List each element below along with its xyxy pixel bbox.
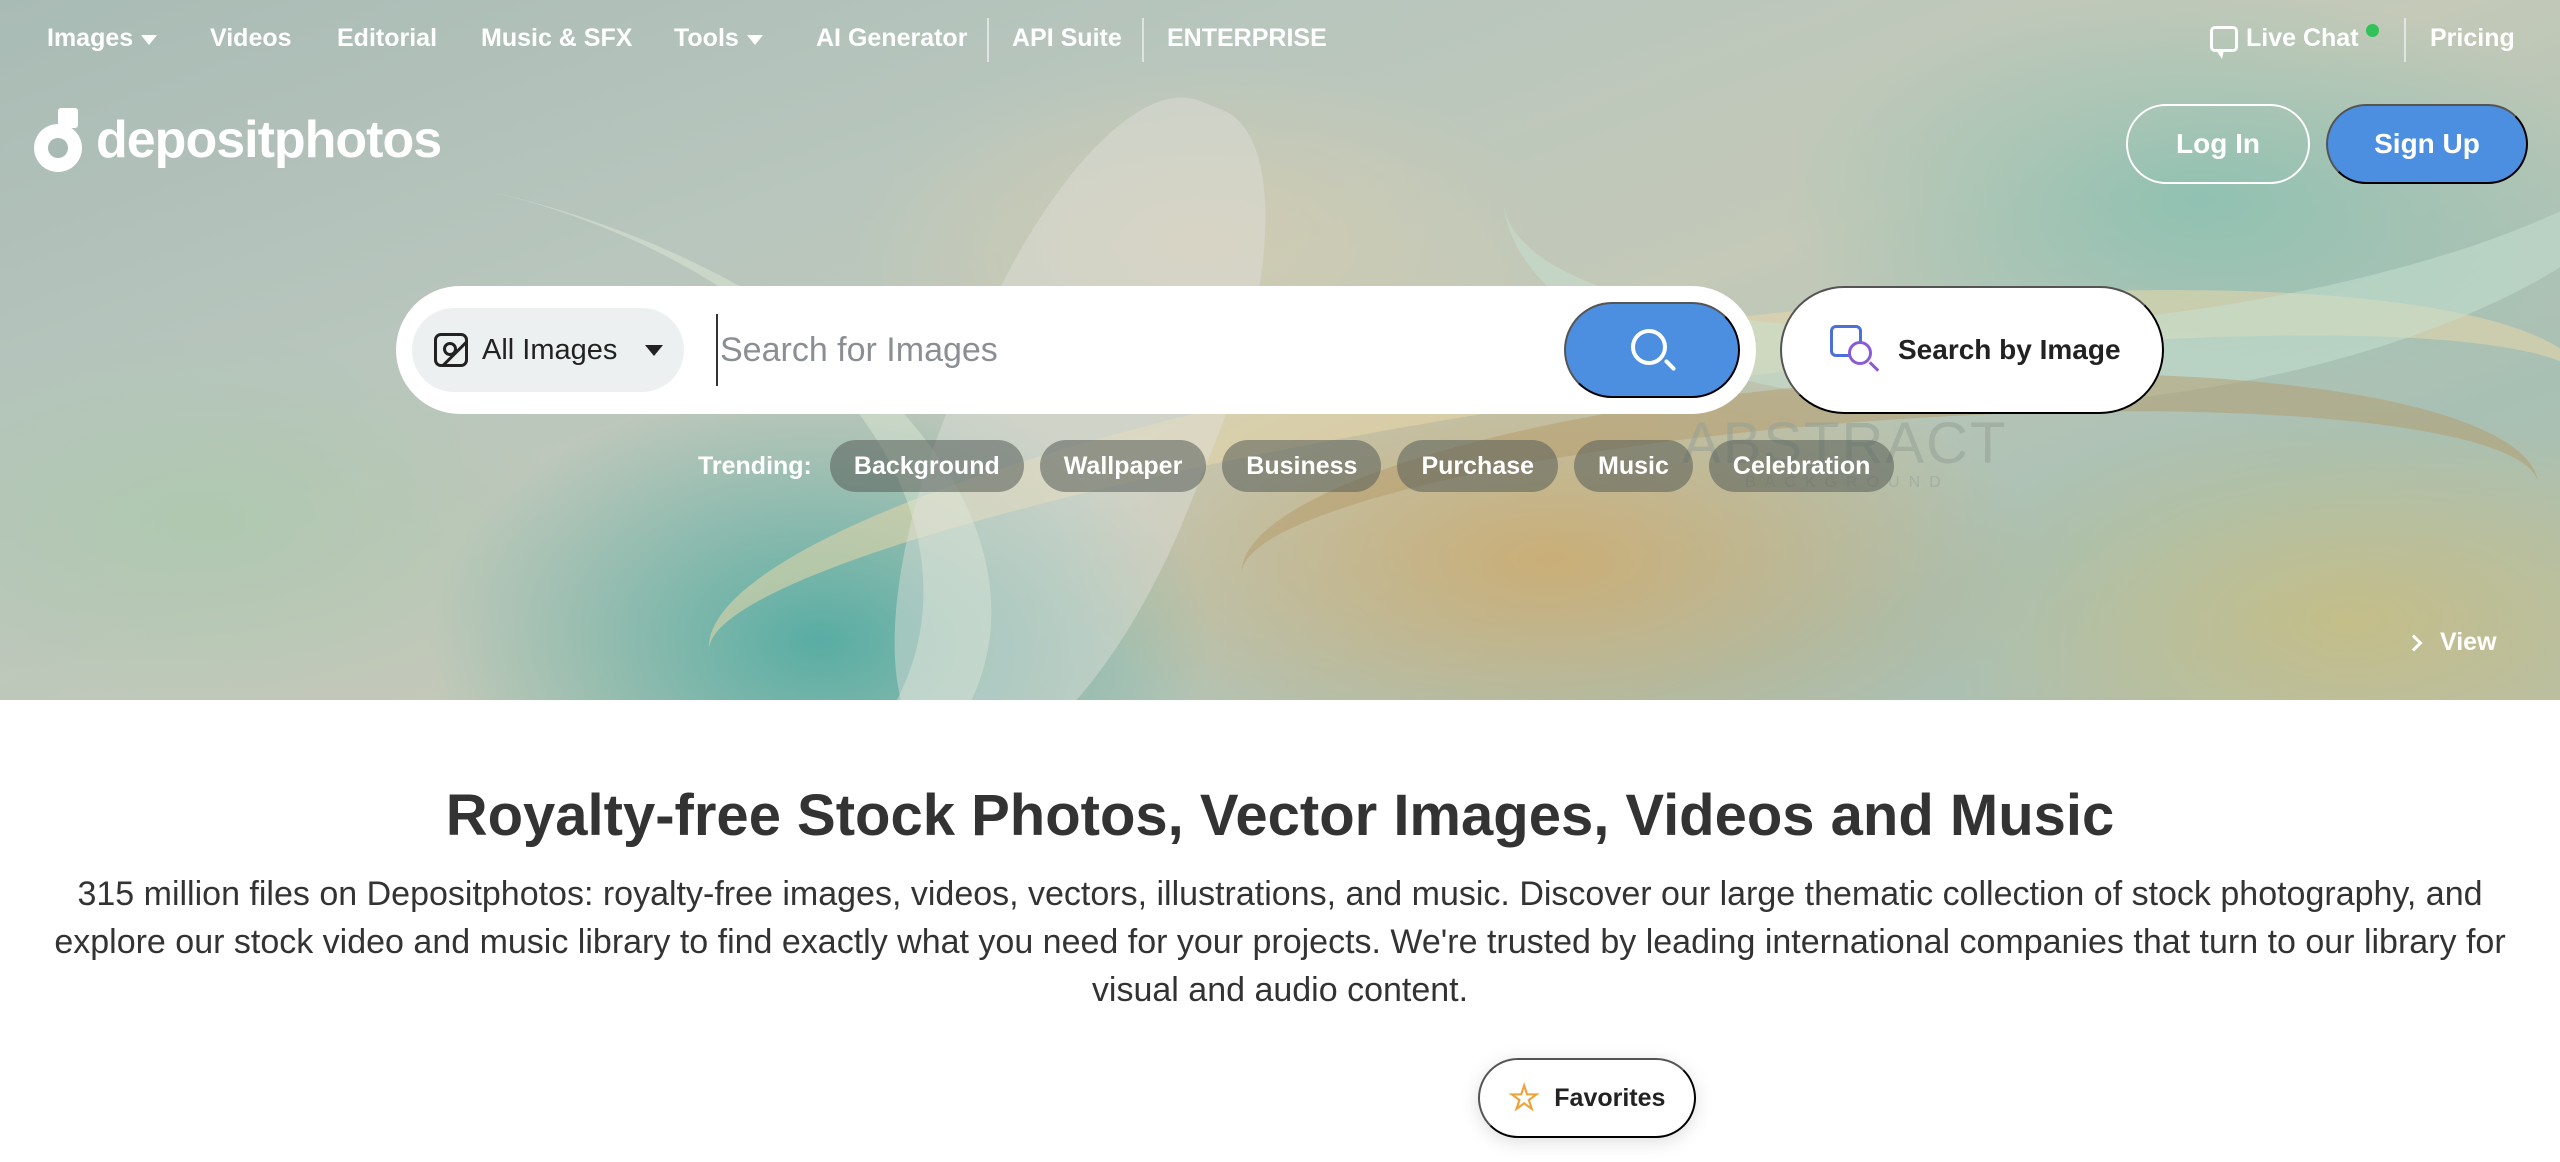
star-icon: ☆ — [1508, 1077, 1541, 1118]
page-title: Royalty-free Stock Photos, Vector Images… — [445, 783, 2115, 848]
search-input[interactable] — [716, 314, 1616, 386]
search-icon — [1631, 329, 1667, 365]
search-button[interactable] — [1564, 302, 1740, 398]
trending-searches: Trending: Background Wallpaper Business … — [698, 440, 1895, 492]
nav-api-suite[interactable]: API Suite — [1012, 24, 1122, 53]
live-chat-link[interactable]: Live Chat — [2210, 24, 2359, 59]
search-by-image-button[interactable]: Search by Image — [1780, 286, 2164, 414]
view-label: View — [2440, 628, 2497, 656]
nav-videos[interactable]: Videos — [210, 24, 292, 53]
nav-tools-label: Tools — [674, 24, 739, 52]
nav-divider — [2404, 18, 2406, 62]
nav-editorial[interactable]: Editorial — [337, 24, 437, 53]
caret-down-icon — [645, 344, 664, 356]
caret-down-icon — [746, 34, 763, 45]
image-search-icon — [1830, 325, 1880, 375]
online-status-dot — [2366, 24, 2379, 37]
trending-chip-purchase[interactable]: Purchase — [1397, 440, 1559, 492]
depositphotos-logo[interactable]: depositphotos — [34, 108, 442, 172]
page-description: 315 million files on Depositphotos: roya… — [54, 875, 2506, 1009]
nav-pricing[interactable]: Pricing — [2430, 24, 2515, 53]
caret-down-icon — [141, 34, 158, 45]
nav-divider — [987, 18, 989, 62]
hero-banner: ABSTRACT BACKGROUND Images Videos Editor… — [0, 0, 2560, 700]
search-by-image-label: Search by Image — [1898, 334, 2121, 365]
image-icon — [434, 333, 468, 367]
sign-up-button[interactable]: Sign Up — [2326, 104, 2528, 184]
trending-chip-business[interactable]: Business — [1222, 440, 1382, 492]
logo-mark-icon — [34, 108, 82, 172]
nav-images[interactable]: Images — [47, 24, 158, 53]
log-in-button[interactable]: Log In — [2126, 104, 2310, 184]
favorites-label: Favorites — [1554, 1083, 1666, 1112]
view-hero-image-link[interactable]: View — [2405, 628, 2497, 657]
nav-divider — [1142, 18, 1144, 62]
live-chat-label: Live Chat — [2246, 24, 2359, 52]
chat-icon — [2210, 25, 2238, 59]
nav-ai-generator[interactable]: AI Generator — [816, 24, 967, 53]
category-select[interactable]: All Images — [412, 308, 684, 392]
nav-tools[interactable]: Tools — [674, 24, 763, 53]
nav-enterprise[interactable]: ENTERPRISE — [1167, 24, 1327, 53]
top-navigation: Images Videos Editorial Music & SFX Tool… — [0, 0, 2560, 80]
favorites-button[interactable]: ☆ Favorites — [1478, 1058, 1696, 1138]
search-bar: All Images — [396, 286, 1756, 414]
chevron-right-icon — [2405, 634, 2423, 651]
trending-chip-celebration[interactable]: Celebration — [1708, 440, 1895, 492]
trending-chip-wallpaper[interactable]: Wallpaper — [1039, 440, 1207, 492]
nav-music-sfx[interactable]: Music & SFX — [481, 24, 632, 53]
trending-chip-music[interactable]: Music — [1574, 440, 1693, 492]
trending-chip-background[interactable]: Background — [829, 440, 1024, 492]
trending-label: Trending: — [698, 451, 812, 480]
nav-images-label: Images — [47, 24, 134, 52]
category-select-label: All Images — [482, 333, 618, 366]
logo-text: depositphotos — [96, 111, 442, 169]
